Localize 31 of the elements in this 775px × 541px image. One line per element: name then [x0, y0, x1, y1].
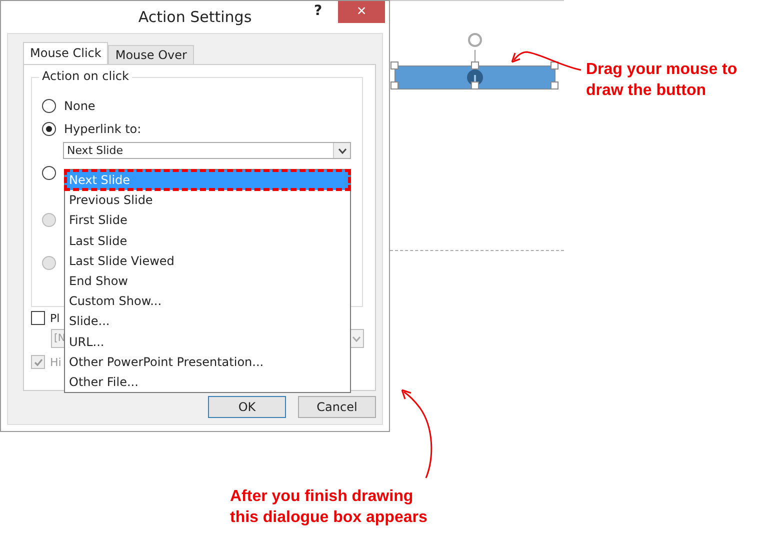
dropdown-item[interactable]: Custom Show... — [65, 291, 350, 312]
close-button[interactable]: × — [338, 1, 385, 23]
annotation-text: After you finish drawing this dialogue box appears — [230, 487, 428, 528]
dropdown-item[interactable]: URL... — [65, 332, 350, 352]
radio-button[interactable] — [42, 122, 56, 136]
checkbox[interactable] — [31, 311, 45, 325]
checkmark-icon — [32, 356, 44, 368]
annotation-text: Drag your mouse to draw the button — [586, 60, 738, 101]
dropdown-item[interactable]: First Slide — [65, 210, 350, 231]
radio-button[interactable] — [42, 166, 56, 180]
dropdown-item[interactable]: Other PowerPoint Presentation... — [65, 352, 350, 372]
tab[interactable]: Mouse Click — [23, 42, 108, 64]
checkbox-label: Pl — [50, 312, 60, 324]
help-button[interactable]: ? — [314, 3, 322, 19]
option-label: None — [64, 99, 96, 113]
dropdown-item[interactable]: Slide... — [65, 311, 350, 332]
dialog-button[interactable]: OK — [208, 396, 286, 418]
radio-button[interactable] — [42, 99, 56, 113]
dialog-button[interactable]: Cancel — [298, 396, 376, 418]
window-title: Action Settings — [138, 8, 252, 26]
option-label: Hyperlink to: — [64, 122, 142, 136]
caret-icon — [333, 143, 350, 158]
tab[interactable]: Mouse Over — [108, 45, 194, 64]
hyperlink-dropdown[interactable]: Next Slide — [63, 142, 351, 159]
dropdown-item[interactable]: Last Slide Viewed — [65, 250, 350, 271]
dropdown-item[interactable]: Last Slide — [65, 230, 350, 251]
group-title: Action on click — [39, 69, 132, 83]
dropdown-item[interactable]: Other File... — [65, 372, 350, 392]
checkbox-label: Hi — [50, 356, 62, 368]
dropdown-item[interactable]: Previous Slide — [65, 190, 350, 210]
dropdown-item[interactable]: End Show — [65, 270, 350, 292]
